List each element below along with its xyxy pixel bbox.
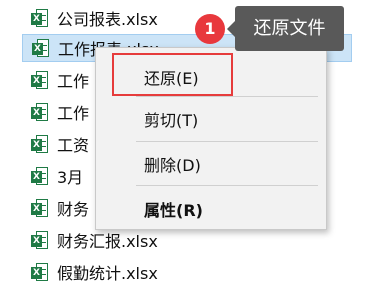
file-name: 工资 (57, 136, 90, 155)
excel-file-icon: X (31, 8, 48, 28)
file-name: 财务汇报.xlsx (57, 232, 158, 251)
excel-file-icon: X (31, 102, 48, 122)
menu-item-delete[interactable]: 删除(D) (144, 152, 201, 176)
callout-tooltip: 还原文件 (227, 6, 344, 51)
step-number-badge: 1 (195, 14, 225, 44)
file-name: 财务 (57, 200, 90, 219)
file-name: 公司报表.xlsx (57, 10, 158, 29)
excel-file-icon: X (31, 134, 48, 154)
restore-highlight-box (112, 53, 233, 96)
menu-separator (136, 141, 318, 142)
excel-file-icon: X (31, 198, 48, 218)
excel-file-icon: X (32, 38, 49, 58)
menu-separator (136, 96, 318, 97)
file-name: 假勤统计.xlsx (57, 264, 158, 283)
menu-item-cut[interactable]: 剪切(T) (144, 107, 198, 131)
file-row-caiwuhuibao[interactable]: X 财务汇报.xlsx (22, 226, 352, 254)
menu-separator (136, 185, 318, 186)
file-name: 工作 (57, 72, 90, 91)
file-name: 工作 (57, 104, 90, 123)
excel-file-icon: X (31, 70, 48, 90)
excel-file-icon: X (31, 230, 48, 250)
excel-file-icon: X (31, 166, 48, 186)
file-name: 3月 (57, 168, 84, 187)
menu-item-properties[interactable]: 属性(R) (144, 197, 203, 221)
file-row-jiaqintongji[interactable]: X 假勤统计.xlsx (22, 258, 352, 286)
excel-file-icon: X (31, 262, 48, 282)
